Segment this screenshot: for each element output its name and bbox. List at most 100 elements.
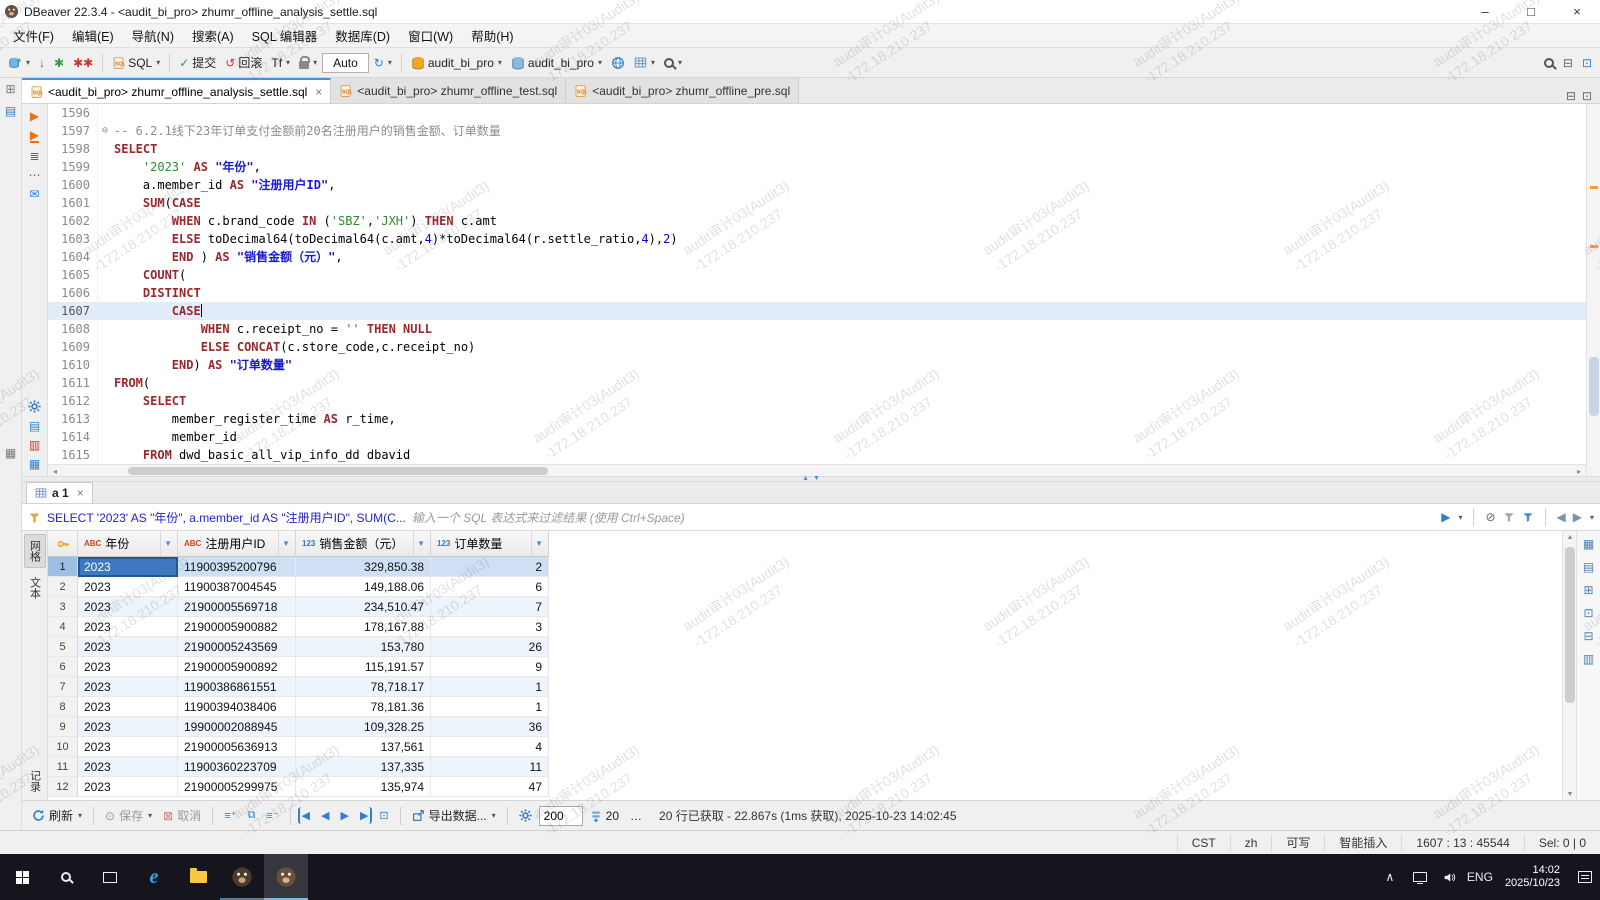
table-cell[interactable]: 2023	[78, 637, 178, 657]
code-line[interactable]: 1615 FROM dwd_basic_all_vip_info_dd dbav…	[48, 446, 1586, 464]
row-number-cell[interactable]: 5	[48, 637, 78, 657]
table-row[interactable]: 4202321900005900882178,167.883	[48, 617, 1562, 637]
menu-item[interactable]: SQL 编辑器	[243, 24, 327, 47]
editor-settings-gear-icon[interactable]	[28, 400, 41, 413]
start-button[interactable]	[0, 854, 44, 900]
import-script-icon[interactable]: ▥	[29, 439, 40, 451]
dbeaver-taskbar-button-1[interactable]	[220, 854, 264, 900]
row-number-cell[interactable]: 8	[48, 697, 78, 717]
menu-item[interactable]: 数据库(D)	[326, 24, 399, 47]
table-cell[interactable]: 36	[431, 717, 549, 737]
clear-filter-button[interactable]: ⊘	[1485, 510, 1495, 524]
execute-statement-button[interactable]: ▶	[30, 110, 39, 122]
table-row[interactable]: 1202311900395200796329,850.382	[48, 557, 1562, 577]
code-line[interactable]: 1599 '2023' AS "年份",	[48, 158, 1586, 176]
table-cell[interactable]: 2023	[78, 557, 178, 577]
table-cell[interactable]: 2023	[78, 657, 178, 677]
table-cell[interactable]: 2023	[78, 737, 178, 757]
rollback-button[interactable]: ↺回滚	[221, 51, 266, 75]
table-cell[interactable]: 2023	[78, 697, 178, 717]
table-row[interactable]: 5202321900005243569153,78026	[48, 637, 1562, 657]
table-cell[interactable]: 329,850.38	[296, 557, 431, 577]
code-line[interactable]: 1606 DISTINCT	[48, 284, 1586, 302]
transaction-lock-button[interactable]: ▾	[295, 51, 321, 75]
transaction-mode-button[interactable]: Tf▾	[267, 51, 294, 75]
fold-collapse-icon[interactable]: ⊖	[98, 122, 112, 140]
row-number-cell[interactable]: 1	[48, 557, 78, 577]
editor-tab[interactable]: SQL<audit_bi_pro> zhumr_offline_pre.sql	[566, 78, 799, 103]
row-number-cell[interactable]: 2	[48, 577, 78, 597]
maximize-view-button[interactable]: ⊡	[1578, 51, 1596, 75]
table-cell[interactable]: 1	[431, 697, 549, 717]
code-line[interactable]: 1603 ELSE toDecimal64(toDecimal64(c.amt,…	[48, 230, 1586, 248]
code-line[interactable]: 1597⊖-- 6.2.1线下23年订单支付金额前20名注册用户的销售金额、订单…	[48, 122, 1586, 140]
minimize-view-button[interactable]: ⊟	[1559, 51, 1577, 75]
column-header[interactable]: 123销售金额（元）▼	[296, 531, 431, 557]
table-cell[interactable]: 2023	[78, 617, 178, 637]
chevron-down-icon[interactable]: ▾	[1590, 513, 1594, 522]
task-view-button[interactable]	[88, 854, 132, 900]
fetch-size-input[interactable]	[539, 806, 583, 826]
code-line[interactable]: 1602 WHEN c.brand_code IN ('SBZ','JXH') …	[48, 212, 1586, 230]
taskbar-search-button[interactable]	[44, 854, 88, 900]
delete-row-button[interactable]: ≡⁻	[262, 807, 282, 824]
scroll-up-icon[interactable]: ▲	[1563, 531, 1577, 543]
table-cell[interactable]: 4	[431, 737, 549, 757]
code-line[interactable]: 1598SELECT	[48, 140, 1586, 158]
transaction-log-button[interactable]: ↻▾	[370, 51, 396, 75]
table-cell[interactable]: 78,718.17	[296, 677, 431, 697]
table-cell[interactable]: 137,335	[296, 757, 431, 777]
table-row[interactable]: 2202311900387004545149,188.066	[48, 577, 1562, 597]
search-button[interactable]: ▾	[660, 51, 686, 75]
menu-item[interactable]: 导航(N)	[123, 24, 183, 47]
custom-filter-icon[interactable]	[1522, 511, 1534, 523]
file-explorer-button[interactable]	[176, 854, 220, 900]
table-cell[interactable]: 11900394038406	[178, 697, 296, 717]
language-indicator[interactable]: ENG	[1465, 870, 1495, 884]
table-cell[interactable]: 178,167.88	[296, 617, 431, 637]
table-row[interactable]: 9202319900002088945109,328.2536	[48, 717, 1562, 737]
table-cell[interactable]: 7	[431, 597, 549, 617]
table-cell[interactable]: 153,780	[296, 637, 431, 657]
row-number-cell[interactable]: 10	[48, 737, 78, 757]
results-view-tab[interactable]: 记录	[25, 765, 45, 797]
column-header[interactable]: ABC年份▼	[78, 531, 178, 557]
table-cell[interactable]: 21900005569718	[178, 597, 296, 617]
table-cell[interactable]: 78,181.36	[296, 697, 431, 717]
database-navigator-icon[interactable]: ▤	[5, 104, 16, 118]
apply-filter-button[interactable]: ▶	[1441, 510, 1450, 524]
column-filter-icon[interactable]: ▼	[413, 531, 428, 556]
panel-groupings-icon[interactable]: ▥	[1583, 652, 1594, 666]
code-line[interactable]: 1614 member_id	[48, 428, 1586, 446]
minimize-button[interactable]: –	[1462, 0, 1508, 23]
network-icon[interactable]	[1405, 872, 1435, 882]
table-cell[interactable]: 47	[431, 777, 549, 797]
results-vertical-scrollbar[interactable]: ▲ ▼	[1562, 531, 1576, 800]
internet-explorer-button[interactable]: e	[132, 854, 176, 900]
save-result-button[interactable]: ⊙保存▾	[101, 805, 156, 826]
row-number-cell[interactable]: 3	[48, 597, 78, 617]
row-number-cell[interactable]: 9	[48, 717, 78, 737]
column-filter-icon[interactable]: ▼	[531, 531, 546, 556]
export-data-button[interactable]: 导出数据...▾	[408, 805, 500, 826]
editor-vertical-scrollbar[interactable]	[1586, 104, 1600, 476]
table-row[interactable]: 820231190039403840678,181.361	[48, 697, 1562, 717]
table-cell[interactable]: 2023	[78, 717, 178, 737]
duplicate-row-button[interactable]: ⧉	[243, 807, 259, 824]
table-row[interactable]: 10202321900005636913137,5614	[48, 737, 1562, 757]
table-cell[interactable]: 6	[431, 577, 549, 597]
table-cell[interactable]: 135,974	[296, 777, 431, 797]
table-cell[interactable]: 3	[431, 617, 549, 637]
row-number-cell[interactable]: 6	[48, 657, 78, 677]
new-connection-button[interactable]: + ▾	[4, 51, 34, 75]
scroll-right-icon[interactable]: ▸	[1572, 465, 1586, 477]
table-cell[interactable]: 11900386861551	[178, 677, 296, 697]
table-cell[interactable]: 149,188.06	[296, 577, 431, 597]
code-line[interactable]: 1607 CASE	[48, 302, 1586, 320]
table-cell[interactable]: 21900005900892	[178, 657, 296, 677]
save-file-button[interactable]: ✱	[50, 51, 68, 75]
table-cell[interactable]: 11	[431, 757, 549, 777]
row-number-cell[interactable]: 11	[48, 757, 78, 777]
table-row[interactable]: 6202321900005900892115,191.579	[48, 657, 1562, 677]
filter-query-text[interactable]: SELECT '2023' AS "年份", a.member_id AS "注…	[47, 509, 406, 526]
